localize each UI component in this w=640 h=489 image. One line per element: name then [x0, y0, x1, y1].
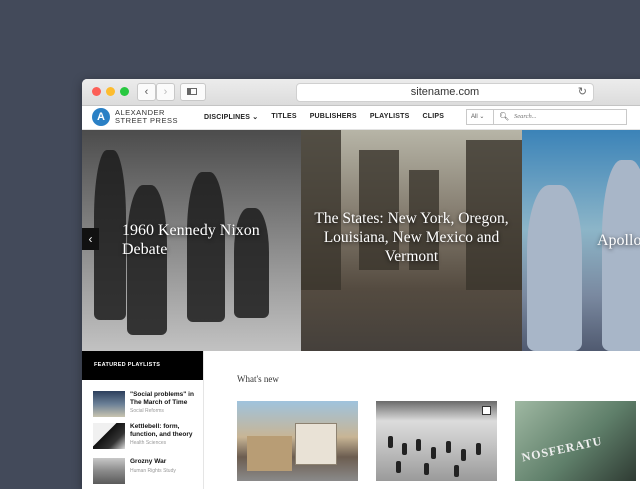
hero-figure [127, 185, 167, 335]
hero-title: 1960 Kennedy Nixon Debate [122, 222, 260, 258]
forward-button[interactable]: › [156, 83, 175, 101]
card-building [247, 436, 292, 471]
featured-playlists: FEATURED PLAYLISTS "Social problems" in … [82, 351, 204, 489]
minimize-window-button[interactable] [106, 87, 115, 96]
whats-new-heading: What's new [237, 374, 279, 384]
card-checkbox[interactable] [482, 406, 491, 415]
playlist-thumbnail [93, 423, 125, 449]
site-header: A ALEXANDER STREET PRESS DISCIPLINES ⌄ T… [82, 106, 640, 130]
playlist-category: Health Sciences [130, 440, 167, 446]
reload-icon[interactable]: ↻ [578, 84, 587, 101]
hero-slide-states[interactable]: The States: New York, Oregon, Louisiana,… [301, 130, 522, 351]
playlist-title: "Social problems" in The March of Time [130, 391, 194, 406]
hero-slide-debate[interactable]: 1960 Kennedy Nixon Debate [82, 130, 301, 351]
logo-icon[interactable]: A [92, 108, 110, 126]
card-figure [446, 441, 451, 453]
featured-playlists-heading: FEATURED PLAYLISTS [82, 351, 203, 380]
nav-publishers[interactable]: PUBLISHERS [310, 113, 357, 121]
card-title-art: NOSFERATU [520, 433, 604, 465]
hero-title: The States: New York, Oregon, Louisiana,… [314, 210, 509, 265]
card-figure [424, 463, 429, 475]
card-figure [416, 439, 421, 451]
search-box: All ⌄ 🔍︎ [466, 109, 627, 125]
sidebar-toggle-icon[interactable] [180, 83, 206, 101]
card-figure [431, 447, 436, 459]
back-button[interactable]: ‹ [137, 83, 156, 101]
nav-titles[interactable]: TITLES [271, 113, 296, 121]
card-figure [476, 443, 481, 455]
nav-playlists[interactable]: PLAYLISTS [370, 113, 410, 121]
search-icon[interactable]: 🔍︎ [499, 112, 509, 121]
card-figure [396, 461, 401, 473]
logo-line2: STREET PRESS [115, 116, 178, 125]
hero-title: Apollo [597, 232, 640, 249]
nav-disciplines[interactable]: DISCIPLINES ⌄ [204, 113, 258, 121]
hero-slide-apollo[interactable]: Apollo [522, 130, 640, 351]
card-figure [402, 443, 407, 455]
playlist-title: Grozny War [130, 458, 167, 465]
whats-new-card[interactable] [237, 401, 358, 481]
playlist-thumbnail [93, 458, 125, 484]
url-text: sitename.com [410, 86, 480, 98]
playlist-category: Human Rights Study [130, 468, 176, 474]
card-figure [461, 449, 466, 461]
playlist-title: Kettlebell: form, function, and theory [130, 423, 193, 438]
main-nav: DISCIPLINES ⌄ TITLES PUBLISHERS PLAYLIST… [204, 113, 444, 121]
search-scope-select[interactable]: All ⌄ [467, 110, 494, 124]
hero-astronaut [602, 160, 640, 351]
address-bar[interactable]: sitename.com ↻ [296, 83, 594, 102]
browser-toolbar: ‹ › sitename.com ↻ [82, 79, 640, 106]
playlist-category: Social Reforms [130, 408, 164, 414]
card-figure [454, 465, 459, 477]
nav-clips[interactable]: CLIPS [422, 113, 444, 121]
content-area: FEATURED PLAYLISTS "Social problems" in … [82, 351, 640, 489]
hero-carousel: 1960 Kennedy Nixon Debate The States: Ne… [82, 130, 640, 351]
close-window-button[interactable] [92, 87, 101, 96]
browser-window: ‹ › sitename.com ↻ A ALEXANDER STREET PR… [82, 79, 640, 489]
hero-astronaut [527, 185, 582, 351]
maximize-window-button[interactable] [120, 87, 129, 96]
search-input[interactable] [514, 113, 614, 120]
whats-new-card[interactable] [376, 401, 497, 481]
card-figure [388, 436, 393, 448]
playlist-thumbnail [93, 391, 125, 417]
logo-text[interactable]: ALEXANDER STREET PRESS [115, 109, 178, 125]
card-building [295, 423, 337, 465]
whats-new-card[interactable]: NOSFERATU [515, 401, 636, 481]
carousel-prev-button[interactable]: ‹ [82, 228, 99, 250]
